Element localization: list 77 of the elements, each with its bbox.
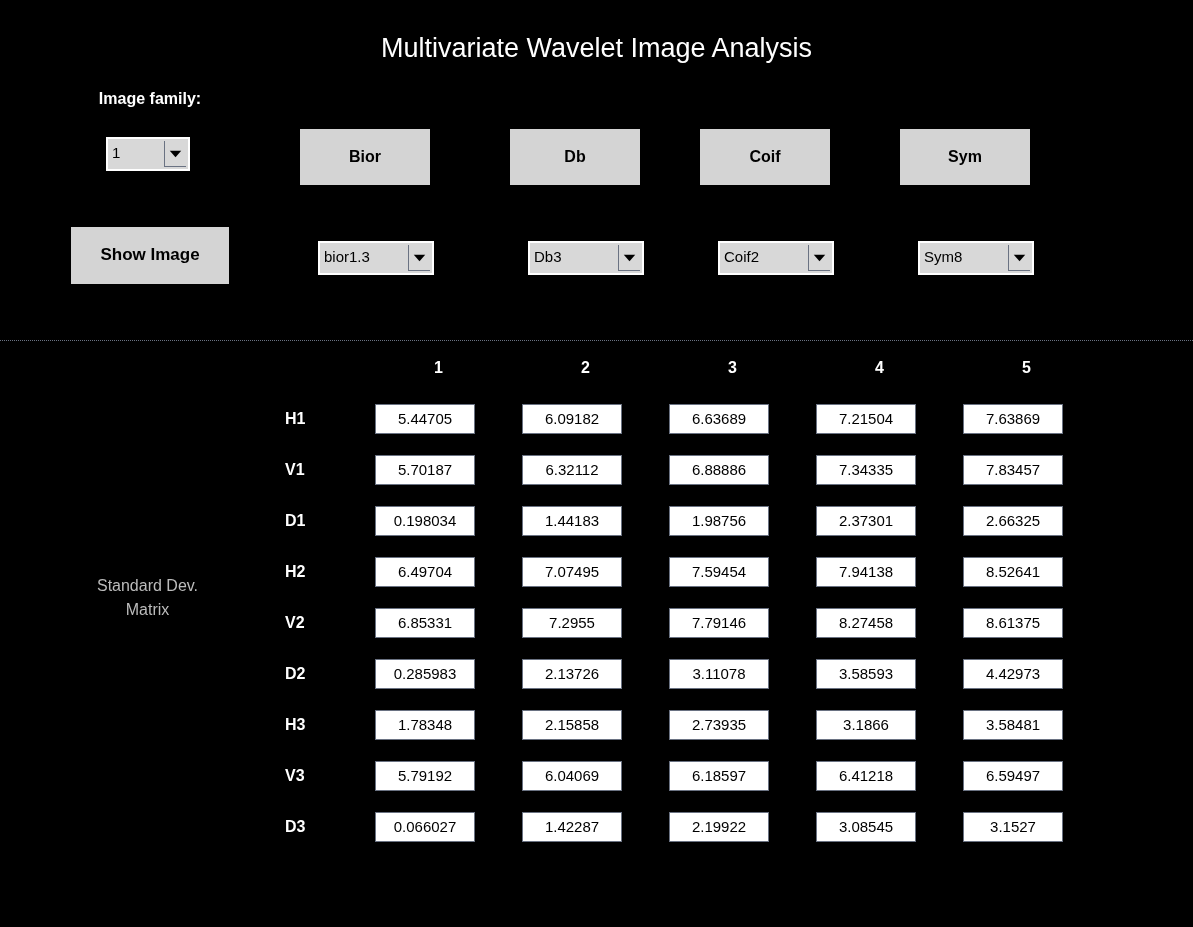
row-label: V2	[284, 613, 305, 633]
value-field[interactable]: 3.58593	[816, 659, 916, 689]
value-field[interactable]: 3.11078	[669, 659, 769, 689]
value-field[interactable]: 6.59497	[963, 761, 1063, 791]
wavelet-button[interactable]: Db	[510, 128, 640, 185]
caret-icon	[408, 244, 430, 271]
value-field[interactable]: 7.63869	[963, 404, 1063, 434]
value-field[interactable]: 2.15858	[522, 710, 622, 740]
value-field[interactable]: 1.44183	[522, 506, 622, 536]
dropdown[interactable]: Sym8	[918, 240, 1034, 275]
dropdown[interactable]: 1	[106, 136, 190, 171]
value-field[interactable]: 8.61375	[963, 608, 1063, 638]
value-field[interactable]: 6.88886	[669, 455, 769, 485]
row-label: V3	[284, 766, 305, 786]
value-field[interactable]: 1.78348	[375, 710, 475, 740]
field-label: Image family:	[98, 88, 202, 109]
dropdown[interactable]: Db3	[528, 240, 644, 275]
row-label: H3	[284, 715, 306, 735]
value-field[interactable]: 1.98756	[669, 506, 769, 536]
column-header: 4	[875, 358, 884, 378]
window-title: Multivariate Wavelet Image Analysis	[380, 32, 813, 65]
value-field[interactable]: 0.285983	[375, 659, 475, 689]
value-field[interactable]: 7.94138	[816, 557, 916, 587]
value-field[interactable]: 7.59454	[669, 557, 769, 587]
value-field[interactable]: 6.63689	[669, 404, 769, 434]
wavelet-button[interactable]: Coif	[700, 128, 830, 185]
caret-icon	[808, 244, 830, 271]
row-label: D1	[284, 511, 306, 531]
row-label: H1	[284, 409, 306, 429]
row-label: D3	[284, 817, 306, 837]
value-field[interactable]: 2.37301	[816, 506, 916, 536]
wavelet-button[interactable]: Sym	[900, 128, 1030, 185]
value-field[interactable]: 7.34335	[816, 455, 916, 485]
row-label: H2	[284, 562, 306, 582]
show-image-button[interactable]: Show Image	[71, 226, 229, 284]
value-field[interactable]: 3.08545	[816, 812, 916, 842]
value-field[interactable]: 3.58481	[963, 710, 1063, 740]
value-field[interactable]: 6.18597	[669, 761, 769, 791]
value-field[interactable]: 5.70187	[375, 455, 475, 485]
column-header: 1	[434, 358, 443, 378]
value-field[interactable]: 6.41218	[816, 761, 916, 791]
value-field[interactable]: 7.83457	[963, 455, 1063, 485]
value-field[interactable]: 5.44705	[375, 404, 475, 434]
column-header: 2	[581, 358, 590, 378]
value-field[interactable]: 0.198034	[375, 506, 475, 536]
value-field[interactable]: 7.2955	[522, 608, 622, 638]
column-header: 5	[1022, 358, 1031, 378]
value-field[interactable]: 1.42287	[522, 812, 622, 842]
value-field[interactable]: 7.07495	[522, 557, 622, 587]
value-field[interactable]: 6.04069	[522, 761, 622, 791]
value-field[interactable]: 6.32112	[522, 455, 622, 485]
value-field[interactable]: 6.85331	[375, 608, 475, 638]
value-field[interactable]: 0.066027	[375, 812, 475, 842]
dropdown[interactable]: bior1.3	[318, 240, 434, 275]
caret-icon	[164, 140, 186, 167]
value-field[interactable]: 2.66325	[963, 506, 1063, 536]
value-field[interactable]: 2.73935	[669, 710, 769, 740]
value-field[interactable]: 3.1527	[963, 812, 1063, 842]
caret-icon	[618, 244, 640, 271]
value-field[interactable]: 5.79192	[375, 761, 475, 791]
matrix-label: Standard Dev. Matrix	[95, 575, 200, 620]
value-field[interactable]: 2.19922	[669, 812, 769, 842]
value-field[interactable]: 6.09182	[522, 404, 622, 434]
row-label: V1	[284, 460, 305, 480]
column-header: 3	[728, 358, 737, 378]
wavelet-button[interactable]: Bior	[300, 128, 430, 185]
value-field[interactable]: 2.13726	[522, 659, 622, 689]
value-field[interactable]: 3.1866	[816, 710, 916, 740]
value-field[interactable]: 7.21504	[816, 404, 916, 434]
caret-icon	[1008, 244, 1030, 271]
value-field[interactable]: 8.52641	[963, 557, 1063, 587]
row-label: D2	[284, 664, 306, 684]
value-field[interactable]: 4.42973	[963, 659, 1063, 689]
value-field[interactable]: 6.49704	[375, 557, 475, 587]
value-field[interactable]: 7.79146	[669, 608, 769, 638]
dropdown[interactable]: Coif2	[718, 240, 834, 275]
value-field[interactable]: 8.27458	[816, 608, 916, 638]
